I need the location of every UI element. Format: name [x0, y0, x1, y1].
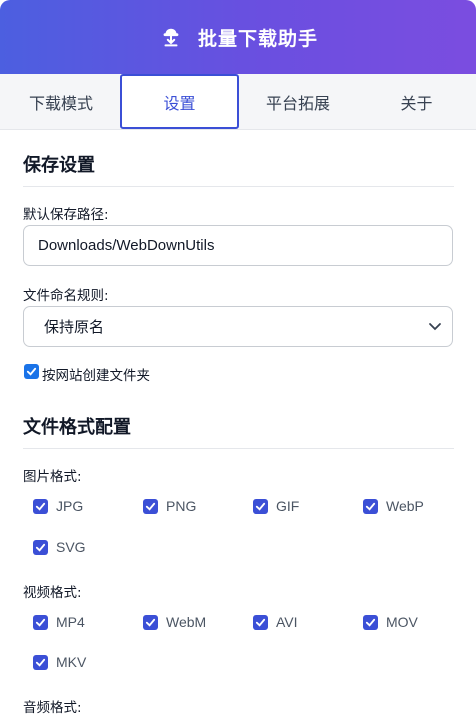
- checkbox[interactable]: [143, 498, 158, 514]
- checkbox[interactable]: [363, 498, 378, 514]
- audio-format-label: 音频格式:: [23, 700, 82, 716]
- naming-rule-label: 文件命名规则:: [23, 288, 109, 304]
- create-folder-checkbox[interactable]: [24, 364, 39, 379]
- format-label: MKV: [56, 654, 87, 670]
- checkbox[interactable]: [363, 614, 378, 630]
- save-path-input[interactable]: [23, 225, 453, 266]
- format-option-mp4[interactable]: MP4: [33, 614, 85, 630]
- app-title: 批量下载助手: [197, 27, 318, 50]
- tab-platform-extensions[interactable]: 平台拓展: [239, 74, 357, 130]
- naming-rule-select[interactable]: 保持原名: [23, 306, 453, 347]
- save-path-label: 默认保存路径:: [23, 207, 109, 223]
- format-label: MOV: [386, 614, 418, 630]
- save-settings-title: 保存设置: [23, 155, 95, 176]
- format-label: MP4: [56, 614, 85, 630]
- create-folder-label: 按网站创建文件夹: [42, 368, 150, 384]
- format-option-webp[interactable]: WebP: [363, 498, 424, 514]
- format-option-webm[interactable]: WebM: [143, 614, 206, 630]
- checkbox[interactable]: [33, 614, 48, 630]
- format-label: AVI: [276, 614, 298, 630]
- format-config-title: 文件格式配置: [23, 417, 131, 438]
- checkbox[interactable]: [33, 498, 48, 514]
- tab-bar: 下载模式 设置 平台拓展 关于: [0, 74, 476, 130]
- section-divider: [23, 186, 454, 187]
- format-option-jpg[interactable]: JPG: [33, 498, 83, 514]
- format-option-mov[interactable]: MOV: [363, 614, 418, 630]
- format-option-svg[interactable]: SVG: [33, 539, 86, 555]
- format-label: WebM: [166, 614, 207, 630]
- format-option-mkv[interactable]: MKV: [33, 654, 86, 670]
- format-label: PNG: [166, 498, 197, 514]
- app-header: 批量下载助手: [0, 0, 476, 74]
- format-label: WebP: [386, 498, 424, 514]
- tab-settings[interactable]: 设置: [120, 74, 239, 129]
- checkbox[interactable]: [33, 539, 48, 555]
- download-cloud-icon: [158, 24, 184, 50]
- format-label: GIF: [276, 498, 300, 514]
- section-divider: [23, 448, 454, 449]
- checkbox[interactable]: [253, 498, 268, 514]
- format-option-png[interactable]: PNG: [143, 498, 196, 514]
- format-option-avi[interactable]: AVI: [253, 614, 298, 630]
- format-label: JPG: [56, 498, 84, 514]
- chevron-down-icon: [428, 319, 442, 333]
- format-label: SVG: [56, 539, 86, 555]
- naming-rule-value: 保持原名: [44, 318, 105, 336]
- tab-download-mode[interactable]: 下载模式: [0, 74, 122, 130]
- checkbox[interactable]: [253, 614, 268, 630]
- checkbox[interactable]: [33, 654, 48, 670]
- tab-about[interactable]: 关于: [357, 74, 476, 130]
- format-option-gif[interactable]: GIF: [253, 498, 299, 514]
- video-format-label: 视频格式:: [23, 585, 82, 601]
- image-format-label: 图片格式:: [23, 469, 82, 485]
- checkbox[interactable]: [143, 614, 158, 630]
